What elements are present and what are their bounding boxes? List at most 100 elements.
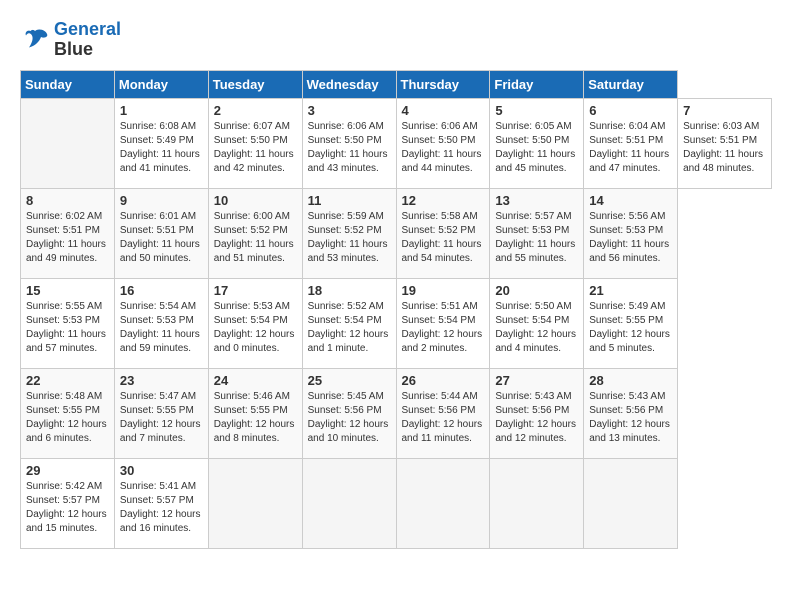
empty-cell	[584, 458, 678, 548]
day-8: 8 Sunrise: 6:02 AM Sunset: 5:51 PM Daylig…	[21, 188, 115, 278]
day-info: Sunrise: 6:05 AM Sunset: 5:50 PM Dayligh…	[495, 120, 578, 176]
day-12: 12 Sunrise: 5:58 AM Sunset: 5:52 PM Dayli…	[396, 188, 490, 278]
day-info: Sunrise: 5:57 AM Sunset: 5:53 PM Dayligh…	[495, 210, 578, 266]
day-20: 20 Sunrise: 5:50 AM Sunset: 5:54 PM Dayli…	[490, 278, 584, 368]
day-info: Sunrise: 5:44 AM Sunset: 5:56 PM Dayligh…	[402, 390, 485, 446]
column-header-monday: Monday	[114, 70, 208, 98]
day-number: 22	[26, 373, 109, 388]
day-2: 2 Sunrise: 6:07 AM Sunset: 5:50 PM Daylig…	[208, 98, 302, 188]
day-18: 18 Sunrise: 5:52 AM Sunset: 5:54 PM Dayli…	[302, 278, 396, 368]
day-info: Sunrise: 6:01 AM Sunset: 5:51 PM Dayligh…	[120, 210, 203, 266]
day-9: 9 Sunrise: 6:01 AM Sunset: 5:51 PM Daylig…	[114, 188, 208, 278]
week-row-4: 22 Sunrise: 5:48 AM Sunset: 5:55 PM Dayli…	[21, 368, 772, 458]
day-10: 10 Sunrise: 6:00 AM Sunset: 5:52 PM Dayli…	[208, 188, 302, 278]
day-30: 30 Sunrise: 5:41 AM Sunset: 5:57 PM Dayli…	[114, 458, 208, 548]
day-info: Sunrise: 6:07 AM Sunset: 5:50 PM Dayligh…	[214, 120, 297, 176]
day-number: 13	[495, 193, 578, 208]
day-number: 21	[589, 283, 672, 298]
day-number: 5	[495, 103, 578, 118]
day-info: Sunrise: 5:43 AM Sunset: 5:56 PM Dayligh…	[495, 390, 578, 446]
day-number: 3	[308, 103, 391, 118]
empty-cell	[302, 458, 396, 548]
header-row: SundayMondayTuesdayWednesdayThursdayFrid…	[21, 70, 772, 98]
day-info: Sunrise: 5:41 AM Sunset: 5:57 PM Dayligh…	[120, 480, 203, 536]
day-info: Sunrise: 5:50 AM Sunset: 5:54 PM Dayligh…	[495, 300, 578, 356]
day-info: Sunrise: 5:53 AM Sunset: 5:54 PM Dayligh…	[214, 300, 297, 356]
day-number: 14	[589, 193, 672, 208]
day-number: 28	[589, 373, 672, 388]
calendar-table: SundayMondayTuesdayWednesdayThursdayFrid…	[20, 70, 772, 549]
day-28: 28 Sunrise: 5:43 AM Sunset: 5:56 PM Dayli…	[584, 368, 678, 458]
logo-text: GeneralBlue	[54, 20, 121, 60]
day-7: 7Sunrise: 6:03 AM Sunset: 5:51 PM Daylig…	[678, 98, 772, 188]
week-row-3: 15 Sunrise: 5:55 AM Sunset: 5:53 PM Dayli…	[21, 278, 772, 368]
day-number: 12	[402, 193, 485, 208]
day-info: Sunrise: 5:51 AM Sunset: 5:54 PM Dayligh…	[402, 300, 485, 356]
day-15: 15 Sunrise: 5:55 AM Sunset: 5:53 PM Dayli…	[21, 278, 115, 368]
day-number: 9	[120, 193, 203, 208]
day-number: 11	[308, 193, 391, 208]
day-number: 23	[120, 373, 203, 388]
day-29: 29Sunrise: 5:42 AM Sunset: 5:57 PM Dayli…	[21, 458, 115, 548]
day-number: 30	[120, 463, 203, 478]
day-number: 27	[495, 373, 578, 388]
day-24: 24Sunrise: 5:46 AM Sunset: 5:55 PM Dayli…	[208, 368, 302, 458]
day-info: Sunrise: 5:52 AM Sunset: 5:54 PM Dayligh…	[308, 300, 391, 356]
day-number: 16	[120, 283, 203, 298]
day-14: 14Sunrise: 5:56 AM Sunset: 5:53 PM Dayli…	[584, 188, 678, 278]
day-6: 6 Sunrise: 6:04 AM Sunset: 5:51 PM Daylig…	[584, 98, 678, 188]
day-4: 4Sunrise: 6:06 AM Sunset: 5:50 PM Daylig…	[396, 98, 490, 188]
day-info: Sunrise: 6:08 AM Sunset: 5:49 PM Dayligh…	[120, 120, 203, 176]
day-3: 3Sunrise: 6:06 AM Sunset: 5:50 PM Daylig…	[302, 98, 396, 188]
day-info: Sunrise: 5:47 AM Sunset: 5:55 PM Dayligh…	[120, 390, 203, 446]
column-header-sunday: Sunday	[21, 70, 115, 98]
day-number: 2	[214, 103, 297, 118]
day-number: 25	[308, 373, 391, 388]
empty-cell	[396, 458, 490, 548]
day-number: 18	[308, 283, 391, 298]
day-info: Sunrise: 6:00 AM Sunset: 5:52 PM Dayligh…	[214, 210, 297, 266]
day-number: 1	[120, 103, 203, 118]
day-17: 17 Sunrise: 5:53 AM Sunset: 5:54 PM Dayli…	[208, 278, 302, 368]
day-23: 23 Sunrise: 5:47 AM Sunset: 5:55 PM Dayli…	[114, 368, 208, 458]
week-row-2: 8 Sunrise: 6:02 AM Sunset: 5:51 PM Daylig…	[21, 188, 772, 278]
day-info: Sunrise: 6:06 AM Sunset: 5:50 PM Dayligh…	[402, 120, 485, 176]
day-21: 21Sunrise: 5:49 AM Sunset: 5:55 PM Dayli…	[584, 278, 678, 368]
empty-cell	[208, 458, 302, 548]
day-info: Sunrise: 5:55 AM Sunset: 5:53 PM Dayligh…	[26, 300, 109, 356]
day-5: 5 Sunrise: 6:05 AM Sunset: 5:50 PM Daylig…	[490, 98, 584, 188]
day-info: Sunrise: 5:54 AM Sunset: 5:53 PM Dayligh…	[120, 300, 203, 356]
day-number: 20	[495, 283, 578, 298]
day-number: 7	[683, 103, 766, 118]
day-info: Sunrise: 5:43 AM Sunset: 5:56 PM Dayligh…	[589, 390, 672, 446]
day-info: Sunrise: 6:02 AM Sunset: 5:51 PM Dayligh…	[26, 210, 109, 266]
day-16: 16 Sunrise: 5:54 AM Sunset: 5:53 PM Dayli…	[114, 278, 208, 368]
day-11: 11 Sunrise: 5:59 AM Sunset: 5:52 PM Dayli…	[302, 188, 396, 278]
day-number: 19	[402, 283, 485, 298]
day-info: Sunrise: 5:58 AM Sunset: 5:52 PM Dayligh…	[402, 210, 485, 266]
day-22: 22 Sunrise: 5:48 AM Sunset: 5:55 PM Dayli…	[21, 368, 115, 458]
column-header-saturday: Saturday	[584, 70, 678, 98]
column-header-friday: Friday	[490, 70, 584, 98]
day-27: 27 Sunrise: 5:43 AM Sunset: 5:56 PM Dayli…	[490, 368, 584, 458]
day-info: Sunrise: 5:48 AM Sunset: 5:55 PM Dayligh…	[26, 390, 109, 446]
logo-icon	[20, 25, 50, 55]
day-info: Sunrise: 5:45 AM Sunset: 5:56 PM Dayligh…	[308, 390, 391, 446]
empty-cell	[490, 458, 584, 548]
column-header-wednesday: Wednesday	[302, 70, 396, 98]
day-info: Sunrise: 5:59 AM Sunset: 5:52 PM Dayligh…	[308, 210, 391, 266]
day-number: 8	[26, 193, 109, 208]
day-info: Sunrise: 6:04 AM Sunset: 5:51 PM Dayligh…	[589, 120, 672, 176]
day-number: 6	[589, 103, 672, 118]
day-info: Sunrise: 5:42 AM Sunset: 5:57 PM Dayligh…	[26, 480, 109, 536]
day-number: 15	[26, 283, 109, 298]
week-row-5: 29Sunrise: 5:42 AM Sunset: 5:57 PM Dayli…	[21, 458, 772, 548]
day-number: 26	[402, 373, 485, 388]
day-number: 10	[214, 193, 297, 208]
column-header-thursday: Thursday	[396, 70, 490, 98]
empty-cell	[21, 98, 115, 188]
page-header: GeneralBlue	[20, 20, 772, 60]
day-13: 13 Sunrise: 5:57 AM Sunset: 5:53 PM Dayli…	[490, 188, 584, 278]
day-number: 17	[214, 283, 297, 298]
column-header-tuesday: Tuesday	[208, 70, 302, 98]
